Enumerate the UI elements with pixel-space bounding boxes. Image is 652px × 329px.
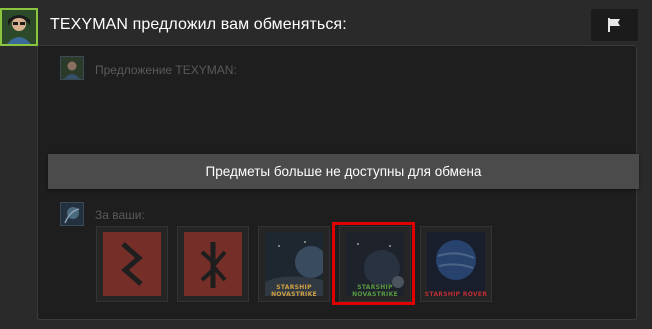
item-slot[interactable]: [96, 226, 168, 302]
item-slot[interactable]: STARSHIP ROVER: [420, 226, 492, 302]
blue-planet-icon: [427, 232, 485, 296]
item-caption: STARSHIP NOVASTRIKE: [271, 284, 317, 298]
sowilo-rune-icon: [103, 232, 161, 296]
partner-avatar: [60, 56, 84, 80]
flag-icon: [608, 18, 620, 32]
partner-offer-label: Предложение TEXYMAN:: [95, 63, 237, 77]
item-slot-highlighted[interactable]: STARSHIP NOVASTRIKE: [339, 226, 411, 302]
item-slot[interactable]: [177, 226, 249, 302]
item-caption: STARSHIP NOVASTRIKE: [352, 284, 398, 298]
my-items-list: STARSHIP NOVASTRIKE STARSHIP NOVASTRIKE …: [96, 226, 496, 302]
my-avatar: [60, 202, 84, 226]
unavailable-items-banner: Предметы больше не доступны для обмена: [48, 154, 639, 189]
my-items-label: За ваши:: [95, 208, 145, 222]
item-slot[interactable]: STARSHIP NOVASTRIKE: [258, 226, 330, 302]
item-caption: STARSHIP ROVER: [424, 291, 488, 298]
user-avatar[interactable]: [0, 8, 38, 46]
rune-k-icon: [184, 232, 242, 296]
report-flag-button[interactable]: [591, 9, 638, 41]
trade-offer-title: TEXYMAN предложил вам обменяться:: [50, 16, 347, 33]
